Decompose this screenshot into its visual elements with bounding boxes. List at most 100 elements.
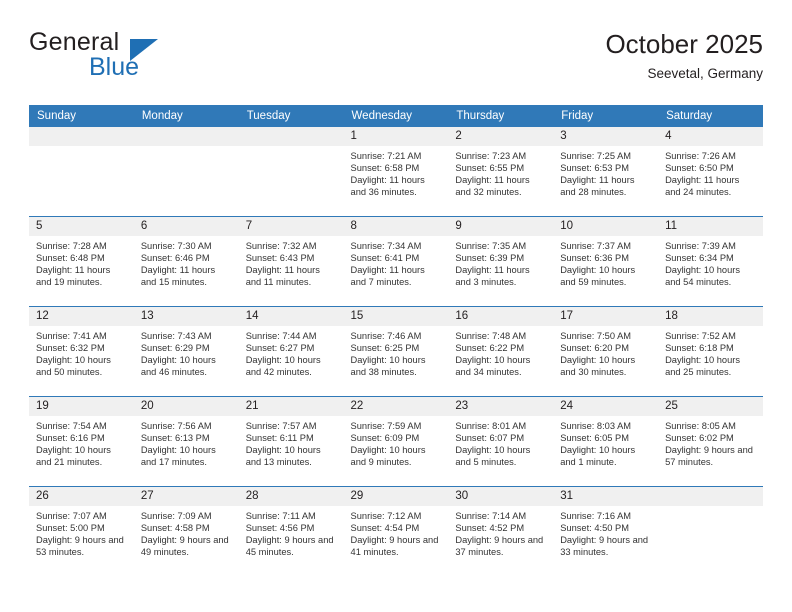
calendar-day-cell[interactable]: 25 Sunrise: 8:05 AM Sunset: 6:02 PM Dayligh… <box>658 396 763 487</box>
calendar-day-cell[interactable]: 7 Sunrise: 7:32 AM Sunset: 6:43 PM Daylight… <box>238 216 344 307</box>
calendar-day-cell[interactable]: 24 Sunrise: 8:03 AM Sunset: 6:05 PM Dayligh… <box>553 396 659 487</box>
day-number: 16 <box>448 307 554 326</box>
daylight-text: Daylight: 10 hours and 42 minutes. <box>245 355 321 378</box>
sunset-text: Sunset: 4:58 PM <box>140 523 210 534</box>
day-details: Sunrise: 7:43 AM Sunset: 6:29 PM Daylight:… <box>134 326 239 378</box>
sunset-text: Sunset: 6:20 PM <box>560 343 629 354</box>
day-number: 31 <box>553 487 659 506</box>
calendar-day-cell[interactable]: 3 Sunrise: 7:25 AM Sunset: 6:53 PM Daylight… <box>553 127 659 217</box>
calendar-day-cell[interactable]: 30 Sunrise: 7:14 AM Sunset: 4:52 PM Dayligh… <box>448 486 554 576</box>
weekday-header-wednesday: Wednesday <box>343 105 449 127</box>
calendar-week-row: 12 Sunrise: 7:41 AM Sunset: 6:32 PM Dayligh… <box>29 306 763 397</box>
day-number: 1 <box>343 127 449 146</box>
calendar-day-cell[interactable]: 6 Sunrise: 7:30 AM Sunset: 6:46 PM Daylight… <box>133 216 239 307</box>
day-number: 9 <box>448 217 554 236</box>
calendar-day-cell[interactable]: 9 Sunrise: 7:35 AM Sunset: 6:39 PM Daylight… <box>448 216 554 307</box>
calendar-day-cell[interactable]: 29 Sunrise: 7:12 AM Sunset: 4:54 PM Dayligh… <box>343 486 449 576</box>
day-details: Sunrise: 7:21 AM Sunset: 6:58 PM Daylight:… <box>344 146 449 198</box>
daylight-text: Daylight: 11 hours and 24 minutes. <box>665 175 740 198</box>
sunrise-text: Sunrise: 7:07 AM <box>36 511 107 521</box>
daylight-text: Daylight: 10 hours and 25 minutes. <box>665 355 740 378</box>
calendar-day-cell[interactable]: 4 Sunrise: 7:26 AM Sunset: 6:50 PM Daylight… <box>658 127 763 217</box>
calendar-day-cell[interactable]: 16 Sunrise: 7:48 AM Sunset: 6:22 PM Dayligh… <box>448 306 554 397</box>
calendar-cell-empty <box>658 486 763 576</box>
sunset-text: Sunset: 5:00 PM <box>36 523 105 534</box>
day-details: Sunrise: 7:52 AM Sunset: 6:18 PM Daylight:… <box>658 326 763 378</box>
calendar-day-cell[interactable]: 27 Sunrise: 7:09 AM Sunset: 4:58 PM Dayligh… <box>133 486 239 576</box>
daylight-text: Daylight: 11 hours and 36 minutes. <box>350 175 425 198</box>
sunrise-text: Sunrise: 7:11 AM <box>245 511 316 521</box>
calendar-day-cell[interactable]: 11 Sunrise: 7:39 AM Sunset: 6:34 PM Dayligh… <box>658 216 763 307</box>
daylight-text: Daylight: 10 hours and 9 minutes. <box>350 445 426 468</box>
day-details: Sunrise: 7:14 AM Sunset: 4:52 PM Daylight:… <box>448 506 553 558</box>
calendar-day-cell[interactable]: 18 Sunrise: 7:52 AM Sunset: 6:18 PM Dayligh… <box>658 306 763 397</box>
calendar-day-cell[interactable]: 22 Sunrise: 7:59 AM Sunset: 6:09 PM Dayligh… <box>343 396 449 487</box>
calendar-day-cell[interactable]: 10 Sunrise: 7:37 AM Sunset: 6:36 PM Dayligh… <box>553 216 659 307</box>
calendar-day-cell[interactable]: 26 Sunrise: 7:07 AM Sunset: 5:00 PM Dayligh… <box>29 486 134 576</box>
calendar-day-cell[interactable]: 17 Sunrise: 7:50 AM Sunset: 6:20 PM Dayligh… <box>553 306 659 397</box>
day-number: 11 <box>658 217 763 236</box>
sunrise-text: Sunrise: 7:32 AM <box>245 241 317 251</box>
daylight-text: Daylight: 10 hours and 54 minutes. <box>665 265 740 288</box>
calendar-day-cell[interactable]: 15 Sunrise: 7:46 AM Sunset: 6:25 PM Dayligh… <box>343 306 449 397</box>
sunrise-text: Sunrise: 7:56 AM <box>140 421 212 431</box>
sunset-text: Sunset: 6:11 PM <box>245 433 314 444</box>
day-number: 4 <box>658 127 763 146</box>
calendar-day-cell[interactable]: 31 Sunrise: 7:16 AM Sunset: 4:50 PM Dayligh… <box>553 486 659 576</box>
daylight-text: Daylight: 10 hours and 1 minute. <box>560 445 636 468</box>
sunset-text: Sunset: 6:48 PM <box>36 253 105 264</box>
daylight-text: Daylight: 11 hours and 15 minutes. <box>140 265 216 288</box>
sunrise-text: Sunrise: 7:46 AM <box>350 331 422 341</box>
day-details: Sunrise: 7:12 AM Sunset: 4:54 PM Daylight:… <box>344 506 449 558</box>
day-details: Sunrise: 7:41 AM Sunset: 6:32 PM Daylight:… <box>29 326 134 378</box>
calendar-week-row: 5 Sunrise: 7:28 AM Sunset: 6:48 PM Daylight… <box>29 216 763 307</box>
calendar-cell-empty <box>133 127 239 217</box>
day-number <box>133 127 239 146</box>
calendar-day-cell[interactable]: 2 Sunrise: 7:23 AM Sunset: 6:55 PM Daylight… <box>448 127 554 217</box>
title-block: October 2025 Seevetal, Germany <box>605 28 763 84</box>
calendar-day-cell[interactable]: 14 Sunrise: 7:44 AM Sunset: 6:27 PM Dayligh… <box>238 306 344 397</box>
day-number: 7 <box>238 217 344 236</box>
calendar-day-cell[interactable]: 20 Sunrise: 7:56 AM Sunset: 6:13 PM Dayligh… <box>133 396 239 487</box>
day-number: 20 <box>133 397 239 416</box>
sunrise-text: Sunrise: 7:34 AM <box>350 241 422 251</box>
brand-logo[interactable]: General Blue <box>29 28 269 88</box>
sunset-text: Sunset: 6:29 PM <box>140 343 210 354</box>
calendar-week-row: 1 Sunrise: 7:21 AM Sunset: 6:58 PM Daylight… <box>29 127 763 217</box>
calendar-day-cell[interactable]: 5 Sunrise: 7:28 AM Sunset: 6:48 PM Daylight… <box>29 216 134 307</box>
weekday-header-tuesday: Tuesday <box>238 105 344 127</box>
page-subtitle: Seevetal, Germany <box>647 66 763 81</box>
calendar-day-cell[interactable]: 21 Sunrise: 7:57 AM Sunset: 6:11 PM Dayligh… <box>238 396 344 487</box>
calendar-day-cell[interactable]: 8 Sunrise: 7:34 AM Sunset: 6:41 PM Daylight… <box>343 216 449 307</box>
sunset-text: Sunset: 6:05 PM <box>560 433 629 444</box>
sunrise-text: Sunrise: 8:01 AM <box>455 421 527 431</box>
day-number <box>29 127 134 146</box>
calendar-day-cell[interactable]: 19 Sunrise: 7:54 AM Sunset: 6:16 PM Dayligh… <box>29 396 134 487</box>
sunset-text: Sunset: 4:52 PM <box>455 523 525 534</box>
daylight-text: Daylight: 9 hours and 57 minutes. <box>665 445 753 468</box>
sunrise-text: Sunrise: 7:14 AM <box>455 511 527 521</box>
daylight-text: Daylight: 11 hours and 19 minutes. <box>36 265 111 288</box>
day-number: 25 <box>658 397 763 416</box>
sunset-text: Sunset: 6:53 PM <box>560 163 629 174</box>
day-number: 21 <box>238 397 344 416</box>
day-number: 6 <box>133 217 239 236</box>
day-number: 26 <box>29 487 134 506</box>
calendar-day-cell[interactable]: 12 Sunrise: 7:41 AM Sunset: 6:32 PM Dayligh… <box>29 306 134 397</box>
calendar-week-row: 26 Sunrise: 7:07 AM Sunset: 5:00 PM Dayligh… <box>29 486 763 576</box>
day-number: 15 <box>343 307 449 326</box>
sunrise-text: Sunrise: 7:21 AM <box>350 151 422 161</box>
sunset-text: Sunset: 4:50 PM <box>560 523 629 534</box>
calendar-header-row: Sunday Monday Tuesday Wednesday Thursday Frid… <box>29 105 763 127</box>
day-details: Sunrise: 7:07 AM Sunset: 5:00 PM Daylight:… <box>29 506 134 558</box>
calendar-day-cell[interactable]: 13 Sunrise: 7:43 AM Sunset: 6:29 PM Dayligh… <box>133 306 239 397</box>
day-number: 3 <box>553 127 659 146</box>
calendar-day-cell[interactable]: 28 Sunrise: 7:11 AM Sunset: 4:56 PM Dayligh… <box>238 486 344 576</box>
day-number: 29 <box>343 487 449 506</box>
calendar-day-cell[interactable]: 23 Sunrise: 8:01 AM Sunset: 6:07 PM Dayligh… <box>448 396 554 487</box>
day-details: Sunrise: 7:25 AM Sunset: 6:53 PM Daylight:… <box>553 146 658 198</box>
sunset-text: Sunset: 6:34 PM <box>665 253 734 264</box>
daylight-text: Daylight: 10 hours and 59 minutes. <box>560 265 636 288</box>
calendar-day-cell[interactable]: 1 Sunrise: 7:21 AM Sunset: 6:58 PM Daylight… <box>343 127 449 217</box>
day-details: Sunrise: 7:59 AM Sunset: 6:09 PM Daylight:… <box>344 416 449 468</box>
